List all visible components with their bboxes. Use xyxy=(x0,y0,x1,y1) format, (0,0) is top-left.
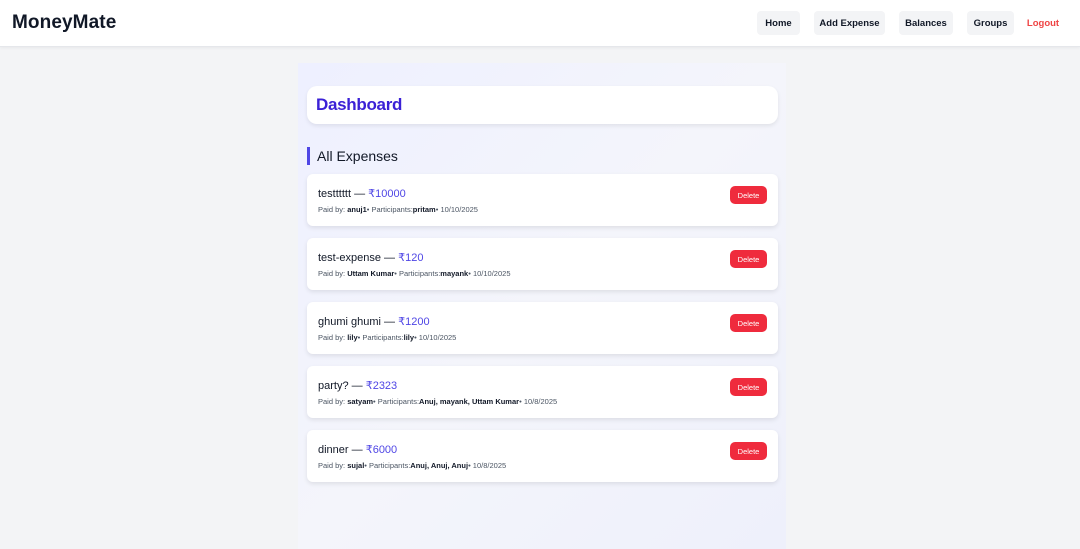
page-title: Dashboard xyxy=(316,95,403,114)
nav-balances-button[interactable]: Balances xyxy=(899,11,953,35)
expense-card: ghumi ghumi — ₹1200 Paid by: lily• Partic… xyxy=(307,302,778,354)
meta-bullet: • xyxy=(519,397,522,406)
participants-value: Anuj, Anuj, Anuj xyxy=(410,461,469,470)
expense-separator: — xyxy=(351,188,369,200)
participants-label: Participants: xyxy=(360,333,404,342)
expense-header: party? — ₹2323 xyxy=(318,379,397,392)
delete-button[interactable]: Delete xyxy=(730,314,767,332)
participants-value: pritam xyxy=(412,205,436,214)
expense-meta: Paid by: satyam • Participants:Anuj, maya… xyxy=(318,397,557,406)
participants-label: Participants: xyxy=(375,397,420,406)
paid-by-value: satyam xyxy=(347,397,374,406)
nav-add-expense-button[interactable]: Add Expense xyxy=(814,11,885,35)
expense-amount: ₹2323 xyxy=(365,380,398,392)
participants-label: Participants: xyxy=(369,205,413,214)
expense-date: 10/8/2025 xyxy=(523,397,558,406)
expense-title: testttttt xyxy=(318,188,352,200)
expense-header: testttttt — ₹10000 xyxy=(318,187,406,200)
nav-home-button[interactable]: Home xyxy=(757,11,800,35)
section-title: All Expenses xyxy=(307,147,398,165)
expense-header: dinner — ₹6000 xyxy=(318,443,397,456)
delete-button[interactable]: Delete xyxy=(730,250,767,268)
logout-button[interactable]: Logout xyxy=(1024,11,1062,35)
expense-amount: ₹120 xyxy=(398,252,424,264)
expense-separator: — xyxy=(348,380,366,392)
paid-by-label: Paid by: xyxy=(318,205,348,214)
expense-title: party? xyxy=(318,380,349,392)
expense-header: ghumi ghumi — ₹1200 xyxy=(318,315,430,328)
delete-button[interactable]: Delete xyxy=(730,186,767,204)
expense-date: 10/8/2025 xyxy=(472,461,507,470)
expense-separator: — xyxy=(380,252,399,264)
paid-by-label: Paid by: xyxy=(318,397,348,406)
expense-meta: Paid by: anuj1• Participants:pritam• 10/… xyxy=(318,205,478,214)
expense-meta: Paid by: sujal • Participants:Anuj, Anuj,… xyxy=(318,461,506,470)
paid-by-value: Uttam Kumar xyxy=(347,269,395,278)
delete-button[interactable]: Delete xyxy=(730,378,767,396)
expense-amount: ₹1200 xyxy=(398,316,430,328)
meta-bullet: • xyxy=(414,333,417,342)
expense-date: 10/10/2025 xyxy=(440,205,478,214)
expense-separator: — xyxy=(380,316,399,328)
paid-by-value: anuj1 xyxy=(347,205,367,214)
dashboard-header-card: Dashboard xyxy=(307,86,778,124)
navbar: MoneyMate Home Add Expense Balances Grou… xyxy=(0,0,1080,47)
participants-label: Participants: xyxy=(396,269,441,278)
paid-by-value: lily xyxy=(347,333,358,342)
participants-value: lily xyxy=(403,333,415,342)
brand-logo[interactable]: MoneyMate xyxy=(12,12,116,34)
participants-value: Anuj, mayank, Uttam Kumar xyxy=(419,397,520,406)
paid-by-label: Paid by: xyxy=(318,333,348,342)
expense-separator: — xyxy=(348,444,366,456)
participants-label: Participants: xyxy=(366,461,411,470)
paid-by-value: sujal xyxy=(347,461,365,470)
meta-bullet: • xyxy=(435,205,439,214)
expense-date: 10/10/2025 xyxy=(472,269,511,278)
expense-amount: ₹6000 xyxy=(365,444,398,456)
delete-button[interactable]: Delete xyxy=(730,442,767,460)
expense-card: party? — ₹2323 Paid by: satyam • Participa… xyxy=(307,366,778,418)
paid-by-label: Paid by: xyxy=(318,461,348,470)
expense-title: ghumi ghumi xyxy=(318,316,381,328)
expense-amount: ₹10000 xyxy=(368,188,406,200)
paid-by-label: Paid by: xyxy=(318,269,348,278)
expense-date: 10/10/2025 xyxy=(418,333,457,342)
expense-title: dinner xyxy=(318,444,349,456)
nav-groups-button[interactable]: Groups xyxy=(967,11,1014,35)
participants-value: mayank xyxy=(440,269,469,278)
expense-header: test-expense — ₹120 xyxy=(318,251,423,264)
expense-card: testttttt — ₹10000 Paid by: anuj1 • Partic… xyxy=(307,174,778,226)
expense-card: test-expense — ₹120 Paid by: Uttam Kumar •… xyxy=(307,238,778,290)
expense-title: test-expense xyxy=(318,252,381,264)
expense-meta: Paid by: lily• Participants:lily• 10/10/… xyxy=(318,333,456,342)
meta-bullet: • xyxy=(468,461,471,470)
meta-bullet: • xyxy=(468,269,471,278)
expense-card: dinner — ₹6000 Paid by: sujal • Participan… xyxy=(307,430,778,482)
expense-meta: Paid by: Uttam Kumar • Participants:mayan… xyxy=(318,269,511,278)
